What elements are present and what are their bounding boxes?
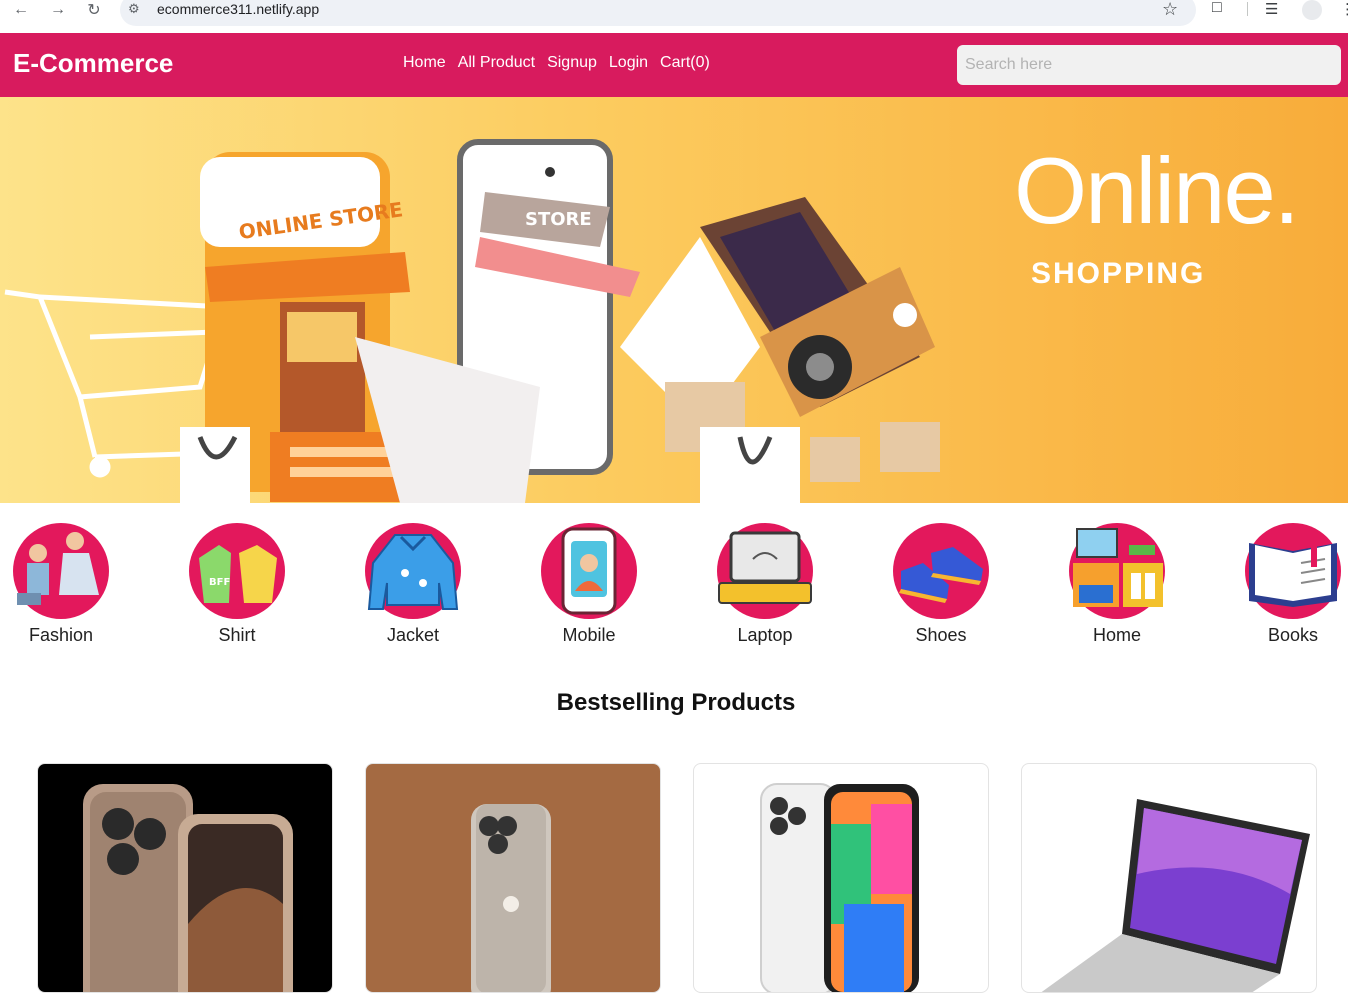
nav-home-link[interactable]: Home (403, 54, 446, 72)
shirt-icon[interactable]: BFF (189, 523, 285, 619)
bestselling-title: Bestselling Products (556, 689, 796, 716)
category-books[interactable]: Books (1233, 523, 1348, 646)
category-fashion[interactable]: Fashion (1, 523, 121, 646)
product-image[interactable] (366, 764, 661, 993)
product-card[interactable] (37, 763, 333, 993)
hero-banner: ONLINE STORE STORE Online. SHOPPING (0, 97, 1348, 503)
category-mobile[interactable]: Mobile (529, 523, 649, 646)
nav-login-link[interactable]: Login (609, 54, 648, 72)
category-label: Fashion (28, 625, 94, 645)
category-shoes[interactable]: Shoes (881, 523, 1001, 646)
site-settings-icon[interactable]: ⚙ (128, 1, 140, 17)
nav-signup-link[interactable]: Signup (547, 54, 597, 72)
nav-links: Home All Product Signup Login Cart(0) (403, 54, 710, 72)
site-navbar: E-Commerce Home All Product Signup Login… (0, 33, 1348, 97)
svg-text:BFF: BFF (209, 577, 230, 588)
books-icon[interactable] (1245, 523, 1341, 619)
category-label: Shirt (218, 625, 256, 645)
category-label: Mobile (562, 625, 616, 645)
category-home[interactable]: Home (1057, 523, 1177, 646)
category-label: Home (1092, 625, 1141, 645)
search-input[interactable] (957, 45, 1341, 85)
product-image[interactable] (694, 764, 989, 993)
brand-logo[interactable]: E-Commerce (13, 48, 173, 79)
media-control-icon[interactable]: ☰ (1265, 0, 1278, 18)
home-icon[interactable] (1069, 523, 1165, 619)
bookmark-star-icon[interactable]: ☆ (1162, 0, 1178, 20)
category-label: Shoes (915, 625, 967, 645)
shoes-icon[interactable] (893, 523, 989, 619)
category-list: Fashion BFF Shirt Jacket Mobile Laptop S… (0, 523, 1348, 653)
category-label: Jacket (386, 625, 440, 645)
url-text[interactable]: ecommerce311.netlify.app (157, 1, 319, 17)
svg-text:STORE: STORE (525, 209, 592, 230)
toolbar-divider (1247, 2, 1248, 16)
product-card[interactable] (365, 763, 661, 993)
category-laptop[interactable]: Laptop (705, 523, 825, 646)
back-icon[interactable]: ← (10, 0, 32, 20)
profile-avatar[interactable] (1302, 0, 1322, 20)
category-label: Books (1267, 625, 1319, 645)
extensions-icon[interactable]: □ (1212, 0, 1222, 17)
hero-subtitle: SHOPPING (1031, 257, 1206, 290)
category-jacket[interactable]: Jacket (353, 523, 473, 646)
product-card[interactable] (1021, 763, 1317, 993)
product-image[interactable] (1022, 764, 1317, 993)
mobile-icon[interactable] (541, 523, 637, 619)
nav-cart-link[interactable]: Cart(0) (660, 54, 710, 72)
product-image[interactable] (38, 764, 333, 993)
laptop-icon[interactable] (717, 523, 813, 619)
category-shirt[interactable]: BFF Shirt (177, 523, 297, 646)
forward-icon[interactable]: → (47, 0, 69, 20)
category-label: Laptop (737, 625, 793, 645)
browser-toolbar: ← → ↻ ⚙ ecommerce311.netlify.app ☆ □ ☰ ⋮ (0, 0, 1348, 33)
fashion-icon[interactable] (13, 523, 109, 619)
nav-all-product-link[interactable]: All Product (458, 54, 535, 72)
hero-title: Online. (1014, 138, 1300, 243)
browser-menu-icon[interactable]: ⋮ (1340, 0, 1348, 18)
jacket-icon[interactable] (365, 523, 461, 619)
reload-icon[interactable]: ↻ (83, 0, 105, 20)
product-card[interactable] (693, 763, 989, 993)
